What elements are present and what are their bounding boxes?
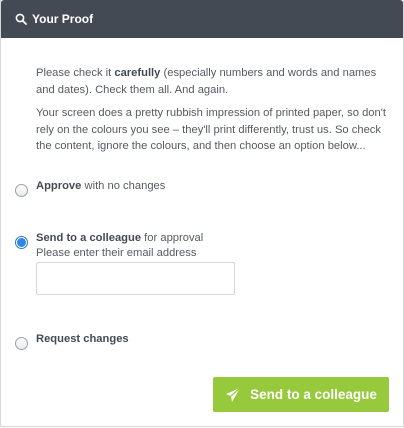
- panel-header: Your Proof: [1, 0, 403, 38]
- send-to-colleague-label[interactable]: Send to a colleague for approval: [36, 232, 203, 244]
- send-to-colleague-radio[interactable]: [15, 236, 28, 249]
- colleague-email-input[interactable]: [36, 262, 235, 295]
- search-icon: [15, 13, 27, 25]
- paper-plane-icon: [225, 387, 241, 403]
- email-hint: Please enter their email address: [36, 247, 197, 259]
- request-changes-label[interactable]: Request changes: [36, 333, 129, 345]
- colour-warning-paragraph: Your screen does a pretty rubbish impres…: [36, 107, 386, 152]
- approve-label[interactable]: Approve with no changes: [36, 180, 165, 192]
- panel-body: Please check it carefully (especially nu…: [1, 38, 403, 426]
- proof-panel: Your Proof Please check it carefully (es…: [0, 0, 404, 427]
- instruction-paragraph: Please check it carefully (especially nu…: [36, 67, 377, 96]
- panel-title: Your Proof: [32, 12, 94, 26]
- approve-radio[interactable]: [15, 184, 28, 197]
- send-to-colleague-button[interactable]: Send to a colleague: [213, 377, 389, 412]
- send-button-label: Send to a colleague: [250, 387, 377, 402]
- request-changes-radio[interactable]: [15, 337, 28, 350]
